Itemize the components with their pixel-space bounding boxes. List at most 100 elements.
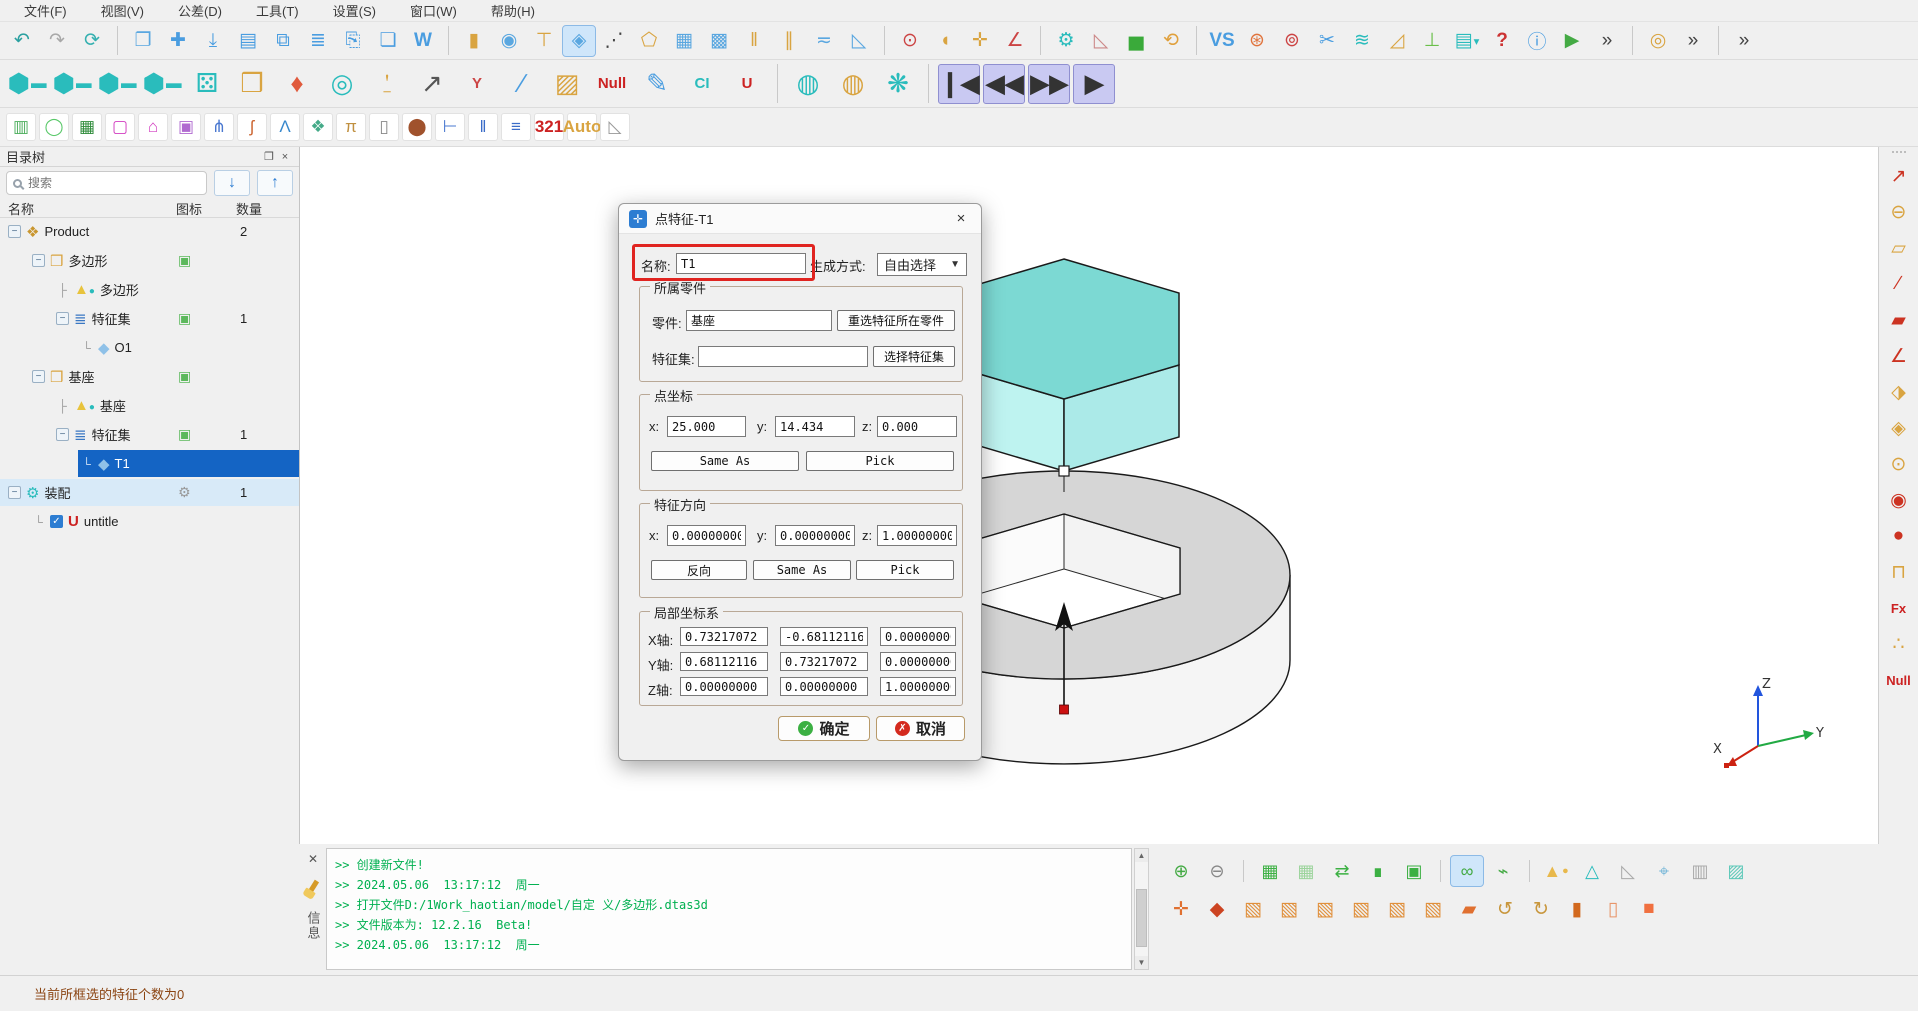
tree-row-content[interactable]: └✓Uuntitle	[30, 508, 299, 535]
angle-measure-icon[interactable]: ∠	[999, 26, 1031, 56]
press-machine-icon[interactable]: π	[336, 113, 366, 141]
visibility-checkbox[interactable]: ✓	[50, 515, 63, 528]
y-axis-value-2-input[interactable]	[780, 652, 868, 671]
new-project-icon[interactable]: ✚	[162, 26, 194, 56]
bolt-feature-4-icon[interactable]: ⬢▬	[141, 64, 183, 104]
step-forward-button[interactable]: ▶▶	[1028, 64, 1070, 104]
engine-model-icon[interactable]: ❖	[303, 113, 333, 141]
measure-tools-icon[interactable]: ◺	[1085, 26, 1117, 56]
prism-anchor-handle[interactable]	[1059, 466, 1069, 476]
x-axis-value-2-input[interactable]	[780, 627, 868, 646]
triangle-gray-icon[interactable]: ◺	[600, 113, 630, 141]
import-model-icon[interactable]: ⤓	[197, 26, 229, 56]
dialog-titlebar[interactable]: ✛ 点特征-T1 ×	[619, 204, 981, 234]
undo-icon[interactable]: ↶	[6, 26, 38, 56]
auto-bolt-teal-icon[interactable]: ◍	[787, 64, 829, 104]
digits-321-icon[interactable]: 321	[534, 113, 564, 141]
tree-row-content[interactable]: −≣特征集	[54, 421, 299, 448]
handbook-menu-icon[interactable]: ▤▾	[1451, 26, 1483, 56]
mesh-point-feature-icon[interactable]: ▩	[703, 26, 735, 56]
direction-pick-button[interactable]: Pick	[856, 560, 954, 580]
view-add-icon[interactable]: ⊕	[1165, 856, 1197, 886]
select-featureset-button[interactable]: 选择特征集	[873, 346, 955, 367]
cube-view-5-icon[interactable]: ▧	[1381, 894, 1413, 924]
two-circles-icon[interactable]: ⊙	[1884, 449, 1914, 479]
search-input[interactable]	[28, 176, 200, 190]
null-axis-icon[interactable]: Null	[1884, 665, 1914, 695]
menu-view[interactable]: 视图(V)	[87, 0, 158, 22]
menu-settings[interactable]: 设置(S)	[319, 0, 390, 22]
suspension-icon[interactable]: Λ	[270, 113, 300, 141]
grid-on-icon[interactable]: ▦	[1254, 856, 1286, 886]
menu-tolerance[interactable]: 公差(D)	[164, 0, 236, 22]
tree-row-content[interactable]: −❒基座	[30, 363, 299, 390]
analysis-settings-icon[interactable]: ⚙	[1050, 26, 1082, 56]
panel-gap-icon[interactable]: ‖	[468, 113, 498, 141]
plane-point-icon[interactable]: ▰	[1453, 894, 1485, 924]
y-axis-value-1-input[interactable]	[680, 652, 768, 671]
pcb-model-icon[interactable]: ▦	[72, 113, 102, 141]
door-frame-icon[interactable]: ▢	[105, 113, 135, 141]
press-table-icon[interactable]: ⊓	[1884, 557, 1914, 587]
tree-row-polygon-geom[interactable]: ├▲●多边形	[0, 276, 299, 303]
star-points-icon[interactable]: ❋	[877, 64, 919, 104]
lock-view-icon[interactable]: ∎	[1362, 856, 1394, 886]
scroll-thumb[interactable]	[1136, 889, 1147, 947]
fold-plane-icon[interactable]: ⬗	[1884, 377, 1914, 407]
collapse-icon[interactable]: −	[56, 312, 69, 325]
hide-shapes-icon[interactable]: ▲●	[1540, 856, 1572, 886]
more-parts-icon[interactable]: »	[1677, 26, 1709, 56]
gauge-report-icon[interactable]: ⊚	[1276, 26, 1308, 56]
dir-x-input[interactable]	[667, 525, 746, 546]
point-z-input[interactable]	[877, 416, 957, 437]
plane-vector-icon[interactable]: ◈	[1884, 413, 1914, 443]
ci-feature-icon[interactable]: CI	[681, 64, 723, 104]
cube-view-2-icon[interactable]: ▧	[1273, 894, 1305, 924]
step-back-button[interactable]: ◀◀	[983, 64, 1025, 104]
tree-row-featureset-1[interactable]: −≣特征集▣1	[0, 305, 299, 332]
contour-report-icon[interactable]: ⊛	[1241, 26, 1273, 56]
press-tool-icon[interactable]: ⊥	[1416, 26, 1448, 56]
cube-view-4-icon[interactable]: ▧	[1345, 894, 1377, 924]
robot-arm-icon[interactable]: ʃ	[237, 113, 267, 141]
point-same-as-button[interactable]: Same As	[651, 451, 799, 471]
z-axis-value-3-input[interactable]	[880, 677, 956, 696]
dialog-close-icon[interactable]: ×	[951, 209, 971, 229]
move-down-button[interactable]: ↓	[214, 170, 250, 196]
menu-tools[interactable]: 工具(T)	[242, 0, 313, 22]
z-axis-value-2-input[interactable]	[780, 677, 868, 696]
optimization-icon[interactable]: ⟲	[1155, 26, 1187, 56]
lever-line-icon[interactable]: ∕	[1884, 269, 1914, 299]
search-box[interactable]	[6, 171, 207, 195]
rotate-ccw-icon[interactable]: ↺	[1489, 894, 1521, 924]
export-model-icon[interactable]: ❏	[372, 26, 404, 56]
dir-z-input[interactable]	[877, 525, 957, 546]
save-as-icon[interactable]: ⎘	[337, 26, 369, 56]
save-icon[interactable]: ≣	[302, 26, 334, 56]
spring-tool-icon[interactable]: ≋	[1346, 26, 1378, 56]
cube-view-6-icon[interactable]: ▧	[1417, 894, 1449, 924]
tree-row-content[interactable]: −≣特征集	[54, 305, 299, 332]
play-demo-icon[interactable]: ▶	[1556, 26, 1588, 56]
tolerance-shield-icon[interactable]: ♦	[276, 64, 318, 104]
hide-target-icon[interactable]: ⌖	[1648, 856, 1680, 886]
cube-axes-icon[interactable]: ◆	[1201, 894, 1233, 924]
scroll-up-icon[interactable]: ▲	[1135, 849, 1148, 862]
null-feature-icon[interactable]: Null	[591, 64, 633, 104]
z-axis-value-1-input[interactable]	[680, 677, 768, 696]
pin-fork-icon[interactable]: Y	[456, 64, 498, 104]
collapse-icon[interactable]: −	[8, 486, 21, 499]
tree-row-content[interactable]: └◆O1	[78, 334, 299, 361]
link-views-icon[interactable]: ∞	[1451, 856, 1483, 886]
skip-start-button[interactable]: ❙◀	[938, 64, 980, 104]
open-project-icon[interactable]: ❐	[127, 26, 159, 56]
grid-off-icon[interactable]: ▦	[1290, 856, 1322, 886]
link-line-icon[interactable]: ∕	[501, 64, 543, 104]
move-up-button[interactable]: ↑	[257, 170, 293, 196]
menu-help[interactable]: 帮助(H)	[477, 0, 549, 22]
toolbar-drag-handle[interactable]	[1892, 151, 1906, 153]
protractor-icon[interactable]: ◖	[929, 26, 961, 56]
collapse-icon[interactable]: −	[32, 254, 45, 267]
tree-row-content[interactable]: −⚙装配	[6, 479, 299, 506]
box-solid-icon[interactable]: ▮	[1561, 894, 1593, 924]
